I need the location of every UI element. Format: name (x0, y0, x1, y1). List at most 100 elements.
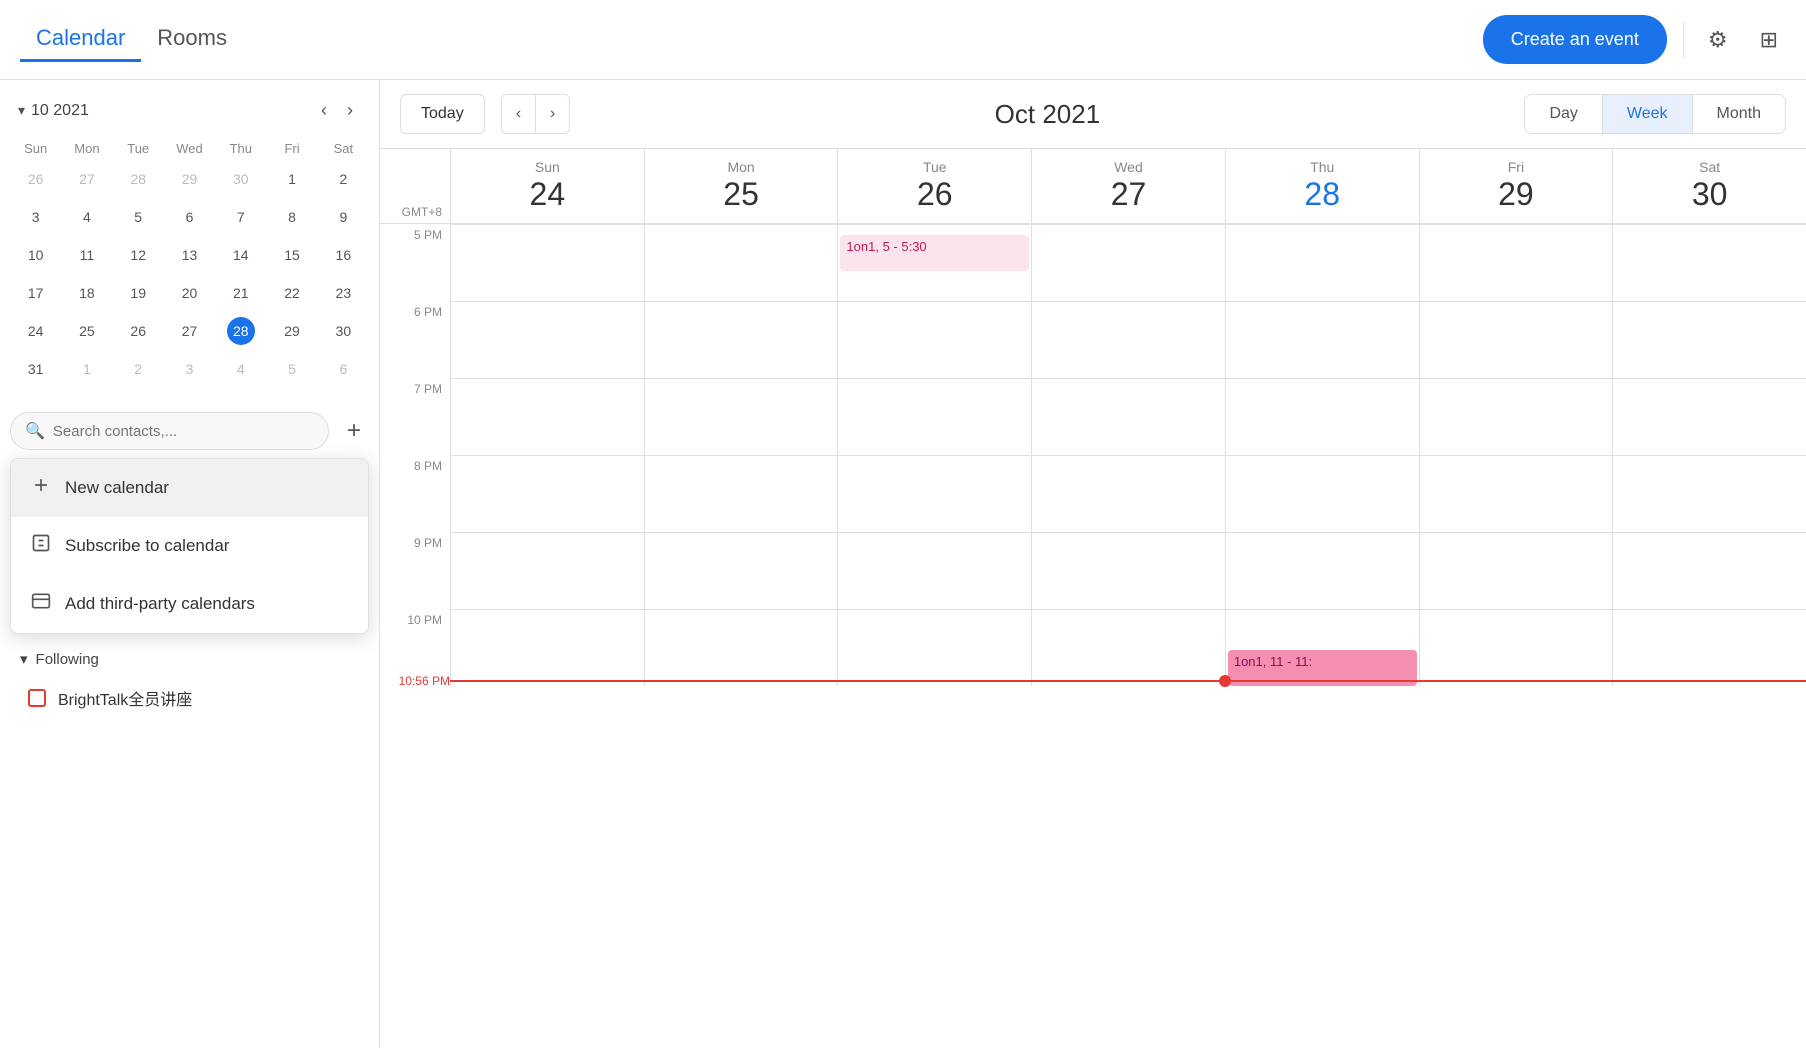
time-cell[interactable] (1419, 224, 1613, 301)
mini-calendar-day[interactable]: 8 (266, 198, 317, 236)
prev-week-button[interactable]: ‹ (502, 95, 536, 133)
mini-calendar-day[interactable]: 12 (113, 236, 164, 274)
week-day-number[interactable]: 30 (1617, 175, 1802, 213)
week-day-number[interactable]: 27 (1036, 175, 1221, 213)
mini-calendar-day[interactable]: 24 (10, 312, 61, 350)
time-cell[interactable] (1031, 455, 1225, 532)
time-cell[interactable] (450, 532, 644, 609)
time-cell[interactable] (837, 455, 1031, 532)
time-cell[interactable] (1612, 609, 1806, 686)
grid-view-icon[interactable]: ⊞ (1752, 19, 1786, 61)
week-day-number[interactable]: 28 (1230, 175, 1415, 213)
time-cell[interactable] (1031, 224, 1225, 301)
time-cell[interactable]: 1on1, 5 - 5:30 (837, 224, 1031, 301)
mini-calendar-day[interactable]: 9 (318, 198, 369, 236)
mini-calendar-day[interactable]: 2 (318, 160, 369, 198)
time-cell[interactable] (450, 301, 644, 378)
today-button[interactable]: Today (400, 94, 485, 134)
mini-calendar-day[interactable]: 14 (215, 236, 266, 274)
mini-calendar-day[interactable]: 27 (61, 160, 112, 198)
time-cell[interactable] (1612, 455, 1806, 532)
time-cell[interactable] (1419, 455, 1613, 532)
time-cell[interactable] (450, 455, 644, 532)
mini-calendar-day[interactable]: 26 (10, 160, 61, 198)
mini-calendar-day[interactable]: 29 (164, 160, 215, 198)
mini-calendar-day[interactable]: 22 (266, 274, 317, 312)
mini-calendar-day[interactable]: 6 (318, 350, 369, 388)
time-cell[interactable] (1225, 455, 1419, 532)
time-cell[interactable] (1031, 301, 1225, 378)
time-cell[interactable] (1612, 301, 1806, 378)
time-cell[interactable] (1419, 378, 1613, 455)
time-cell[interactable] (1225, 378, 1419, 455)
mini-calendar-day[interactable]: 30 (215, 160, 266, 198)
time-cell[interactable] (837, 532, 1031, 609)
mini-calendar-day[interactable]: 28 (113, 160, 164, 198)
next-week-button[interactable]: › (536, 95, 569, 133)
mini-calendar-day[interactable]: 13 (164, 236, 215, 274)
mini-calendar-day[interactable]: 19 (113, 274, 164, 312)
mini-calendar-day[interactable]: 10 (10, 236, 61, 274)
mini-cal-next-button[interactable]: › (339, 96, 361, 125)
time-cell[interactable] (450, 224, 644, 301)
mini-calendar-day[interactable]: 4 (61, 198, 112, 236)
mini-calendar-day[interactable]: 31 (10, 350, 61, 388)
mini-calendar-day[interactable]: 3 (10, 198, 61, 236)
dropdown-menu-item[interactable]: Add third-party calendars (11, 575, 368, 633)
time-cell[interactable] (1225, 532, 1419, 609)
mini-calendar-day[interactable]: 29 (266, 312, 317, 350)
mini-calendar-day[interactable]: 4 (215, 350, 266, 388)
mini-calendar-day[interactable]: 5 (266, 350, 317, 388)
mini-calendar-day[interactable]: 27 (164, 312, 215, 350)
view-button-month[interactable]: Month (1693, 95, 1785, 133)
add-calendar-button[interactable]: + (339, 413, 369, 449)
dropdown-menu-item[interactable]: New calendar (11, 459, 368, 517)
mini-calendar-day[interactable]: 25 (61, 312, 112, 350)
mini-cal-prev-button[interactable]: ‹ (313, 96, 335, 125)
time-cell[interactable] (1419, 609, 1613, 686)
mini-calendar-day[interactable]: 1 (61, 350, 112, 388)
view-button-day[interactable]: Day (1525, 95, 1602, 133)
mini-calendar-day[interactable]: 3 (164, 350, 215, 388)
event-chip[interactable]: 1on1, 11 - 11: (1228, 650, 1417, 686)
event-chip[interactable]: 1on1, 5 - 5:30 (840, 235, 1029, 271)
mini-calendar-day[interactable]: 30 (318, 312, 369, 350)
mini-calendar-day[interactable]: 15 (266, 236, 317, 274)
dropdown-menu-item[interactable]: Subscribe to calendar (11, 517, 368, 575)
week-day-number[interactable]: 25 (649, 175, 834, 213)
time-cell[interactable]: 1on1, 11 - 11: (1225, 609, 1419, 686)
week-day-number[interactable]: 24 (455, 175, 640, 213)
mini-calendar-day[interactable]: 1 (266, 160, 317, 198)
time-cell[interactable] (644, 609, 838, 686)
time-cell[interactable] (1225, 224, 1419, 301)
time-cell[interactable] (1612, 532, 1806, 609)
week-day-number[interactable]: 29 (1424, 175, 1609, 213)
view-button-week[interactable]: Week (1603, 95, 1693, 133)
mini-calendar-day[interactable]: 6 (164, 198, 215, 236)
time-cell[interactable] (1031, 532, 1225, 609)
week-day-number[interactable]: 26 (842, 175, 1027, 213)
following-expand-icon[interactable]: ▾ (20, 650, 28, 668)
time-cell[interactable] (837, 609, 1031, 686)
time-cell[interactable] (837, 301, 1031, 378)
tab-rooms[interactable]: Rooms (141, 17, 243, 62)
mini-calendar-day[interactable]: 18 (61, 274, 112, 312)
mini-calendar-day[interactable]: 2 (113, 350, 164, 388)
time-cell[interactable] (837, 378, 1031, 455)
time-cell[interactable] (1612, 378, 1806, 455)
mini-cal-expand-icon[interactable]: ▾ (18, 102, 25, 119)
tab-calendar[interactable]: Calendar (20, 17, 141, 62)
time-cell[interactable] (1225, 301, 1419, 378)
time-cell[interactable] (450, 609, 644, 686)
mini-calendar-day[interactable]: 17 (10, 274, 61, 312)
time-cell[interactable] (1031, 378, 1225, 455)
time-cell[interactable] (1419, 532, 1613, 609)
mini-calendar-day[interactable]: 26 (113, 312, 164, 350)
time-cell[interactable] (644, 301, 838, 378)
time-cell[interactable] (644, 224, 838, 301)
mini-calendar-day[interactable]: 20 (164, 274, 215, 312)
mini-calendar-day[interactable]: 21 (215, 274, 266, 312)
search-input[interactable] (53, 423, 314, 440)
mini-calendar-day[interactable]: 16 (318, 236, 369, 274)
mini-calendar-day[interactable]: 5 (113, 198, 164, 236)
